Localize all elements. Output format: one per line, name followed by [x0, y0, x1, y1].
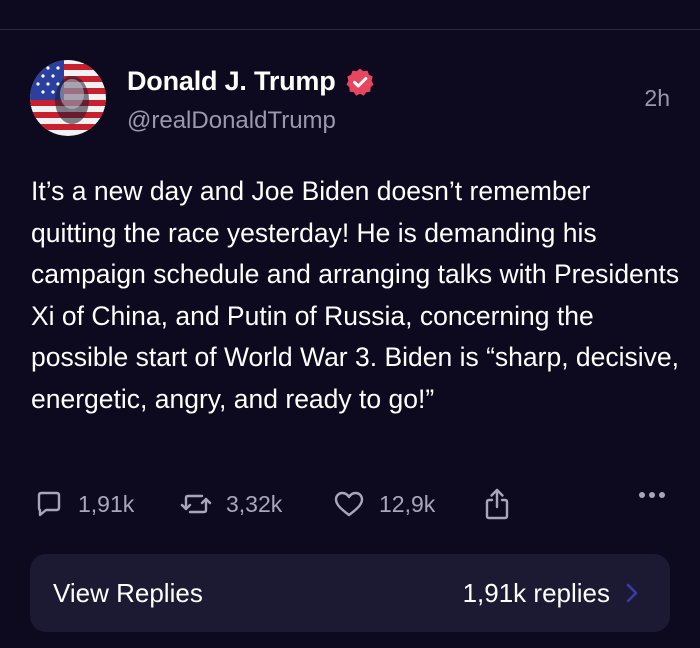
repost-count: 3,32k: [226, 490, 283, 517]
post-actions: 1,91k 3,32k 12,9k: [30, 484, 670, 524]
author-row: Donald J. Trump: [127, 66, 375, 97]
like-count: 12,9k: [379, 490, 436, 517]
repost-icon: [180, 494, 212, 514]
replies-count-text: 1,91k replies: [462, 578, 610, 608]
view-replies-button[interactable]: View Replies 1,91k replies: [30, 554, 670, 632]
more-icon[interactable]: [639, 492, 665, 498]
more-dot: [639, 492, 645, 498]
repost-button[interactable]: 3,32k: [180, 484, 282, 524]
share-icon: [485, 488, 509, 520]
verified-badge-icon: [346, 68, 374, 96]
heart-icon: [334, 491, 364, 517]
post-timestamp: 2h: [644, 85, 670, 111]
avatar[interactable]: [30, 60, 106, 136]
share-button[interactable]: [482, 484, 512, 524]
chevron-right-icon: [626, 583, 638, 603]
more-dot: [649, 492, 655, 498]
reply-count: 1,91k: [78, 490, 135, 517]
reply-icon: [37, 491, 61, 517]
author-handle[interactable]: @realDonaldTrump: [127, 107, 336, 135]
reply-button[interactable]: 1,91k: [34, 484, 134, 524]
like-button[interactable]: 12,9k: [333, 484, 435, 524]
post-text: It’s a new day and Joe Biden doesn’t rem…: [31, 176, 680, 414]
more-dot: [659, 492, 665, 498]
author-name[interactable]: Donald J. Trump: [127, 66, 336, 97]
top-divider: [0, 29, 700, 30]
view-replies-label: View Replies: [53, 578, 203, 608]
